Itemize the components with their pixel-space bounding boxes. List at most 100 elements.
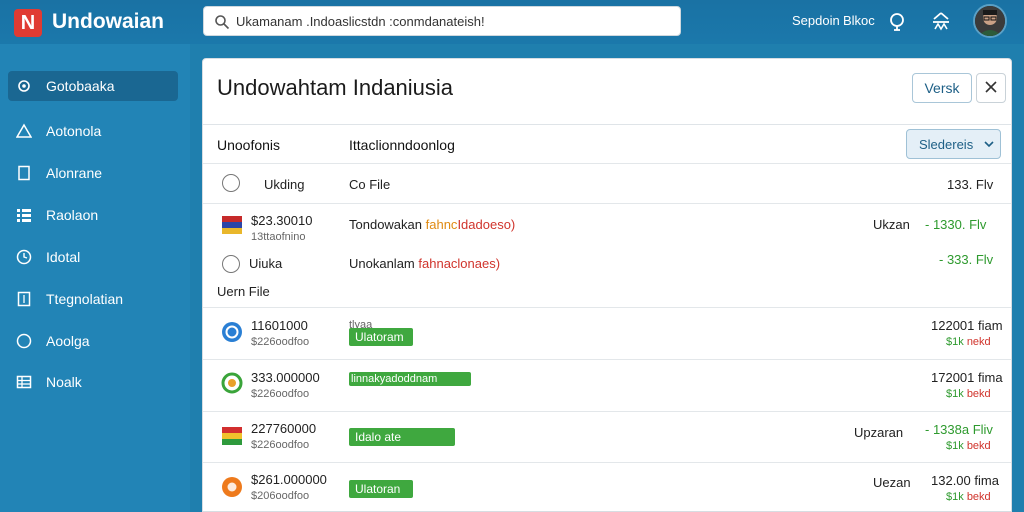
search-box[interactable] — [203, 6, 681, 36]
bell-icon[interactable] — [886, 10, 908, 32]
column-header-description[interactable]: Ittaclionndoonlog — [349, 137, 455, 153]
warning-icon — [16, 123, 32, 138]
status-badge: Ulatoram — [349, 328, 413, 346]
row-radio[interactable] — [222, 174, 240, 192]
sidebar-item-noalk[interactable]: Noalk — [8, 367, 178, 397]
row-name: $261.000000 — [251, 472, 327, 487]
row-subtext: $226oodfoo — [251, 439, 310, 451]
app-name: Undowaian — [52, 10, 165, 33]
sidebar-item-label: Raolaon — [46, 207, 99, 223]
sync-icon — [221, 372, 243, 394]
search-icon — [215, 15, 230, 30]
circle-icon — [16, 333, 32, 349]
row-subtext: $226oodfoo — [251, 336, 310, 348]
top-link-sepdoin[interactable]: Sepdoin — [792, 13, 840, 29]
row-radio[interactable] — [222, 255, 240, 273]
subamount-value: $1k — [946, 491, 964, 503]
select-value: Sledereis — [919, 137, 974, 152]
row-subamount: $1k bekd — [946, 439, 991, 454]
clock-icon — [16, 249, 32, 265]
chevron-down-icon — [984, 141, 994, 148]
sidebar-item-alonrane[interactable]: Alonrane — [8, 158, 178, 188]
description-warning: fahnaclonaes) — [418, 256, 501, 271]
sidebar-item-idotal[interactable]: Idotal — [8, 242, 178, 272]
subamount-value: $1k — [946, 336, 964, 348]
sidebar-item-aoolga[interactable]: Aoolga — [8, 326, 178, 356]
sidebar-item-aotonola[interactable]: Aotonola — [8, 116, 178, 146]
flag-icon — [222, 427, 242, 445]
document-icon — [18, 165, 30, 181]
row-amount: - 1330. Flv — [925, 217, 987, 232]
row-status: Ukzan — [873, 217, 910, 232]
page-title: Undowahtam Indaniusia — [217, 75, 454, 100]
divider — [203, 411, 1011, 412]
sidebar-item-label: Gotobaaka — [46, 78, 115, 94]
description-text: Tondowakan — [349, 217, 422, 232]
top-link-blkoc[interactable]: Blkoc — [843, 13, 875, 29]
description-warning: Idadoeso) — [457, 217, 516, 232]
row-amount: 172001 fima — [931, 370, 1003, 385]
table-icon — [16, 375, 32, 389]
sidebar-item-raolaon[interactable]: Raolaon — [8, 200, 178, 230]
filter-select[interactable]: Sledereis — [906, 129, 1001, 159]
row-name: 227760000 — [251, 421, 317, 436]
column-header-name[interactable]: Unoofonis — [217, 137, 280, 153]
row-status: Upzaran — [854, 425, 904, 440]
subamount-label: bekd — [966, 440, 991, 452]
description-text: Unokanlam — [349, 256, 415, 271]
gear-icon — [18, 80, 30, 92]
search-input[interactable] — [236, 11, 666, 31]
network-icon[interactable] — [930, 10, 952, 32]
row-amount: - 333. Flv — [939, 252, 994, 267]
sidebar-item-ttegnolatian[interactable]: Ttegnolatian — [8, 284, 178, 314]
subamount-label: bekd — [966, 388, 991, 400]
status-badge: Ulatoran — [349, 480, 413, 498]
subamount-value: $1k — [946, 388, 964, 400]
status-badge: Idalo ate — [349, 428, 455, 446]
sidebar-item-label: Noalk — [46, 374, 82, 390]
row-amount: 122001 fiam — [931, 318, 1003, 333]
divider — [203, 307, 1011, 308]
row-description: Co File — [349, 177, 391, 192]
status-badge: linnakyadoddnam — [349, 372, 471, 386]
sidebar-item-label: Ttegnolatian — [46, 291, 124, 307]
description-highlight: fahnc — [425, 217, 458, 232]
app-logo[interactable]: N — [14, 9, 42, 37]
sidebar: Gotobaaka Aotonola Alonrane Raolaon Idot… — [0, 44, 190, 512]
grid-icon — [17, 209, 31, 222]
row-status: Uezan — [873, 475, 911, 490]
row-subamount: $1k bekd — [946, 490, 991, 505]
divider — [203, 124, 1011, 125]
row-subamount: $1k nekd — [946, 335, 991, 350]
row-subtext: 13ttaofnino — [251, 231, 306, 243]
main-panel: Undowahtam Indaniusia Versk Unoofonis It… — [202, 58, 1012, 512]
subamount-value: $1k — [946, 440, 964, 452]
row-description: Tondowakan fahncIdadoeso) — [349, 217, 515, 232]
row-description: Unokanlam fahnaclonaes) — [349, 256, 500, 271]
refresh-icon — [222, 322, 242, 342]
versk-button[interactable]: Versk — [912, 73, 972, 103]
subamount-label: nekd — [966, 336, 991, 348]
sidebar-item-label: Aoolga — [46, 333, 90, 349]
subamount-label: bekd — [966, 491, 991, 503]
building-icon — [17, 291, 31, 307]
divider — [203, 359, 1011, 360]
section-label: Uern File — [217, 284, 270, 299]
sidebar-item-label: Idotal — [46, 249, 81, 265]
sidebar-item-gotobaaka[interactable]: Gotobaaka — [8, 71, 178, 101]
row-amount: 133. Flv — [947, 177, 994, 192]
top-bar: N Undowaian Sepdoin Blkoc — [0, 0, 1024, 44]
row-name: Ukding — [264, 177, 305, 192]
divider — [203, 462, 1011, 463]
sidebar-item-label: Aotonola — [46, 123, 102, 139]
row-amount: - 1338a Fliv — [925, 422, 993, 437]
row-name: 11601000 — [251, 318, 308, 333]
avatar[interactable] — [973, 4, 1007, 38]
close-icon — [985, 80, 997, 93]
orange-circle-icon — [222, 477, 242, 497]
row-subtext: $206oodfoo — [251, 490, 310, 502]
row-subtext: $226oodfoo — [251, 388, 310, 400]
close-button[interactable] — [976, 73, 1006, 103]
avatar-image — [975, 6, 1005, 36]
divider — [203, 203, 1011, 204]
